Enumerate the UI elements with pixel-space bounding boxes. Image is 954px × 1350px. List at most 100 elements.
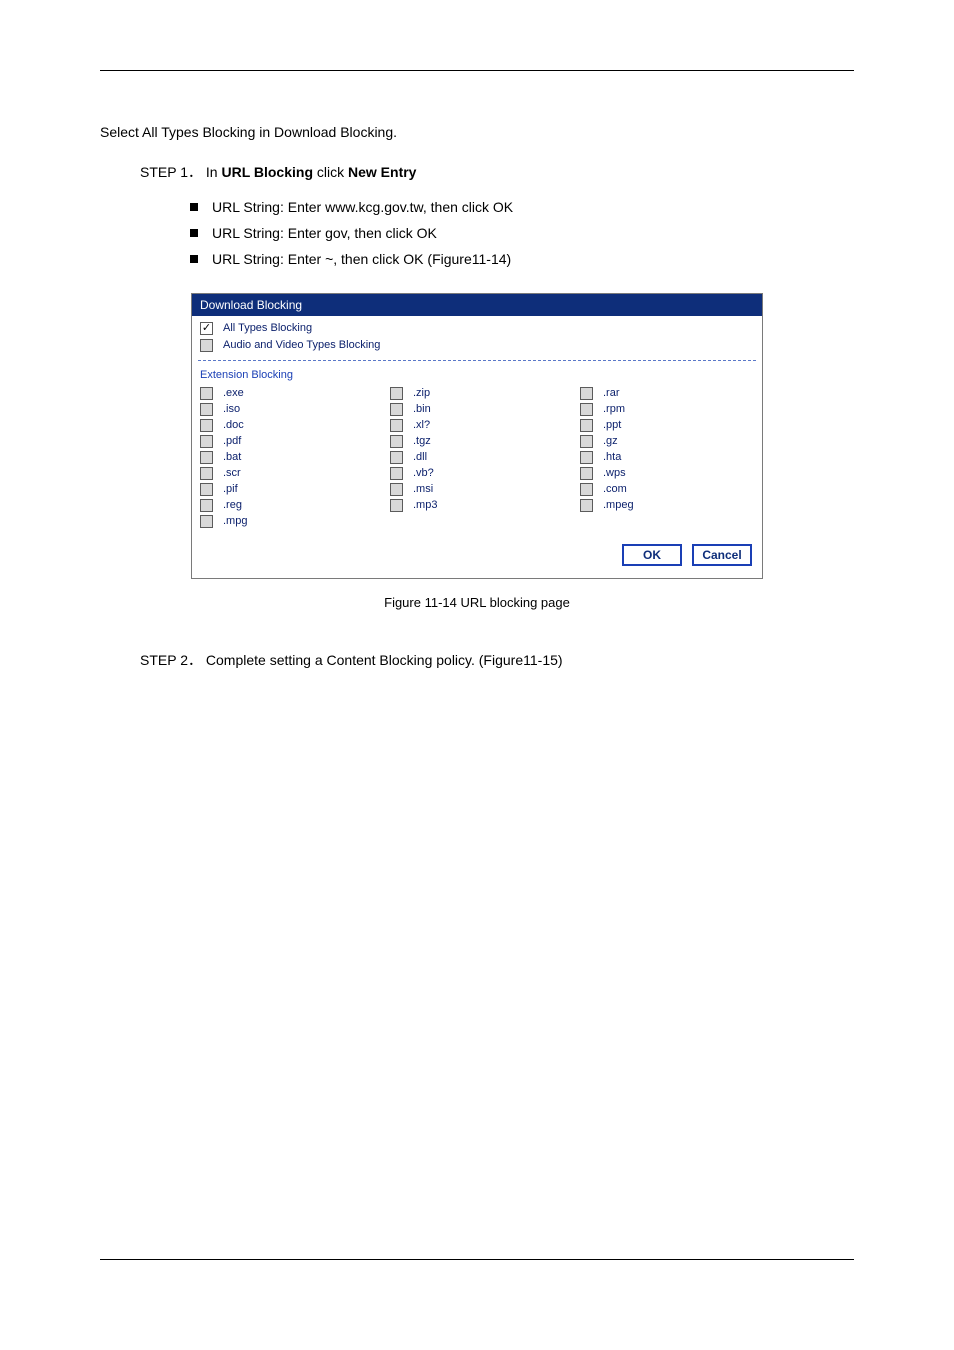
ext-checkbox[interactable] bbox=[580, 483, 593, 496]
step1-text-after: click bbox=[313, 164, 348, 180]
substep-1-value: Enter gov, then click OK bbox=[288, 225, 437, 241]
substep-1: URL String: Enter gov, then click OK bbox=[190, 221, 854, 247]
ext-cell: .wps bbox=[580, 467, 770, 480]
dashed-divider bbox=[198, 360, 756, 361]
substep-0-value: Enter www.kcg.gov.tw, then click OK bbox=[288, 199, 513, 215]
ext-checkbox[interactable] bbox=[390, 403, 403, 416]
ext-checkbox[interactable] bbox=[390, 499, 403, 512]
ext-cell: .scr bbox=[200, 467, 390, 480]
ext-checkbox[interactable] bbox=[580, 419, 593, 432]
ext-checkbox[interactable] bbox=[390, 435, 403, 448]
ext-checkbox[interactable] bbox=[390, 451, 403, 464]
ext-label: .reg bbox=[223, 499, 242, 511]
ext-cell: .exe bbox=[200, 387, 390, 400]
ext-cell: .mpg bbox=[200, 515, 390, 528]
ext-label: .gz bbox=[603, 435, 618, 447]
ext-label: .hta bbox=[603, 451, 621, 463]
substep-1-label: URL String: bbox=[212, 225, 284, 241]
ext-checkbox[interactable] bbox=[200, 387, 213, 400]
ext-label: .msi bbox=[413, 483, 433, 495]
ext-checkbox[interactable] bbox=[580, 387, 593, 400]
all-types-checkbox[interactable] bbox=[200, 322, 213, 335]
ext-checkbox[interactable] bbox=[200, 451, 213, 464]
panel-title: Download Blocking bbox=[192, 294, 762, 316]
ext-cell bbox=[580, 515, 770, 528]
ext-cell: .pdf bbox=[200, 435, 390, 448]
audio-video-checkbox[interactable] bbox=[200, 339, 213, 352]
ext-label: .ppt bbox=[603, 419, 621, 431]
ext-cell: .hta bbox=[580, 451, 770, 464]
intro-text: Select All Types Blocking in Download Bl… bbox=[100, 121, 854, 143]
bullet-icon bbox=[190, 229, 198, 237]
substep-0-label: URL String: bbox=[212, 199, 284, 215]
step1-label: STEP 1 bbox=[140, 164, 188, 180]
ext-cell: .msi bbox=[390, 483, 580, 496]
figure-caption: Figure 11-14 URL blocking page bbox=[100, 595, 854, 610]
substep-0: URL String: Enter www.kcg.gov.tw, then c… bbox=[190, 195, 854, 221]
download-blocking-panel: Download Blocking All Types Blocking Aud… bbox=[191, 293, 763, 579]
ext-checkbox[interactable] bbox=[580, 403, 593, 416]
ext-label: .mpg bbox=[223, 515, 247, 527]
ext-label: .wps bbox=[603, 467, 626, 479]
ext-cell: .rar bbox=[580, 387, 770, 400]
ext-cell: .pif bbox=[200, 483, 390, 496]
ext-label: .bat bbox=[223, 451, 241, 463]
step2-label: STEP 2 bbox=[140, 652, 188, 668]
ext-cell: .gz bbox=[580, 435, 770, 448]
ext-checkbox[interactable] bbox=[580, 435, 593, 448]
ext-label: .scr bbox=[223, 467, 241, 479]
ext-cell: .zip bbox=[390, 387, 580, 400]
ext-checkbox[interactable] bbox=[390, 419, 403, 432]
ext-checkbox[interactable] bbox=[200, 419, 213, 432]
ext-cell: .bat bbox=[200, 451, 390, 464]
ext-cell: .ppt bbox=[580, 419, 770, 432]
ext-checkbox[interactable] bbox=[390, 483, 403, 496]
ext-cell: .tgz bbox=[390, 435, 580, 448]
step1-link: URL Blocking bbox=[221, 164, 313, 180]
ext-checkbox[interactable] bbox=[390, 467, 403, 480]
all-types-row: All Types Blocking bbox=[198, 320, 756, 337]
ext-cell: .mp3 bbox=[390, 499, 580, 512]
step2-text: Complete setting a Content Blocking poli… bbox=[206, 652, 563, 668]
ext-checkbox[interactable] bbox=[200, 515, 213, 528]
ext-checkbox[interactable] bbox=[390, 387, 403, 400]
ext-checkbox[interactable] bbox=[200, 435, 213, 448]
audio-video-label: Audio and Video Types Blocking bbox=[223, 339, 380, 351]
ext-cell: .com bbox=[580, 483, 770, 496]
step1-sep: ． bbox=[188, 164, 202, 180]
ext-cell: .rpm bbox=[580, 403, 770, 416]
ext-cell: .mpeg bbox=[580, 499, 770, 512]
ext-checkbox[interactable] bbox=[580, 467, 593, 480]
bottom-rule bbox=[100, 1259, 854, 1260]
ext-cell: .xl? bbox=[390, 419, 580, 432]
all-types-label: All Types Blocking bbox=[223, 322, 312, 334]
step-2: STEP 2． Complete setting a Content Block… bbox=[140, 650, 854, 670]
ext-label: .doc bbox=[223, 419, 244, 431]
cancel-button[interactable]: Cancel bbox=[692, 544, 752, 566]
ext-checkbox[interactable] bbox=[200, 403, 213, 416]
ext-label: .pdf bbox=[223, 435, 241, 447]
ext-label: .com bbox=[603, 483, 627, 495]
step-1: STEP 1． In URL Blocking click New Entry bbox=[140, 161, 854, 185]
bullet-icon bbox=[190, 255, 198, 263]
audio-video-row: Audio and Video Types Blocking bbox=[198, 337, 756, 354]
ext-checkbox[interactable] bbox=[200, 483, 213, 496]
ext-cell: .reg bbox=[200, 499, 390, 512]
ext-cell: .iso bbox=[200, 403, 390, 416]
step1-bold: New Entry bbox=[348, 164, 416, 180]
ext-cell: .vb? bbox=[390, 467, 580, 480]
ok-button[interactable]: OK bbox=[622, 544, 682, 566]
ext-label: .rpm bbox=[603, 403, 625, 415]
ext-checkbox[interactable] bbox=[200, 467, 213, 480]
ext-label: .dll bbox=[413, 451, 427, 463]
ext-label: .vb? bbox=[413, 467, 434, 479]
bullet-icon bbox=[190, 203, 198, 211]
ext-checkbox[interactable] bbox=[580, 451, 593, 464]
ext-label: .xl? bbox=[413, 419, 430, 431]
ext-checkbox[interactable] bbox=[580, 499, 593, 512]
ext-label: .zip bbox=[413, 387, 430, 399]
step2-sep: ． bbox=[188, 652, 202, 668]
ext-checkbox[interactable] bbox=[200, 499, 213, 512]
ext-label: .tgz bbox=[413, 435, 431, 447]
substeps: URL String: Enter www.kcg.gov.tw, then c… bbox=[190, 195, 854, 273]
